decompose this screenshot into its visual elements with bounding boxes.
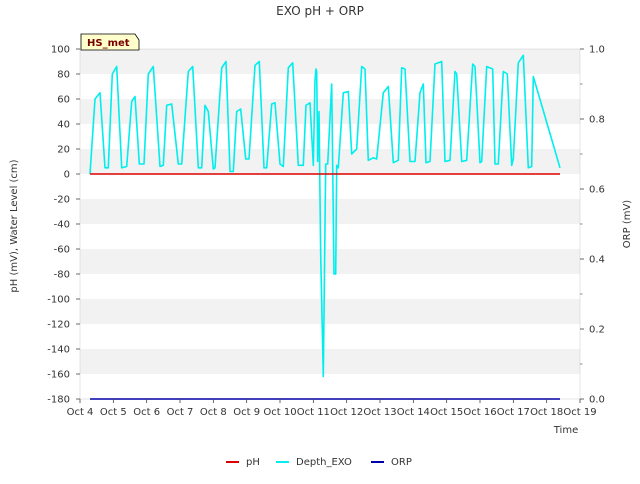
x-tick-label: Oct 13 [363, 407, 396, 418]
x-axis-title: Time [553, 425, 578, 436]
y-tick-label-left: 20 [57, 145, 70, 156]
grid-band [80, 199, 580, 224]
x-tick-label: Oct 18 [530, 407, 563, 418]
y-tick-label-left: -40 [54, 220, 70, 231]
right-axis: 1.0 0.8 0.6 0.4 0.2 0.0 [580, 45, 605, 406]
x-tick-label: Oct 16 [463, 407, 496, 418]
y-tick-label-left: -140 [47, 345, 70, 356]
y-tick-label-left: -80 [54, 270, 70, 281]
y-tick-label-left: 100 [51, 45, 70, 56]
y-tick-label-right: 0.6 [589, 185, 605, 196]
legend-label-orp: ORP [391, 457, 412, 468]
x-tick-label: Oct 8 [200, 407, 227, 418]
legend-label-depth-exo: Depth_EXO [296, 457, 352, 468]
site-badge-label: HS_met [87, 38, 130, 49]
x-tick-label: Oct 17 [497, 407, 530, 418]
chart: 100 80 60 40 20 0 -20 -40 -60 -80 -100 -120 -140 -160… [0, 0, 640, 480]
y-tick-label-left: -160 [47, 370, 70, 381]
x-tick-label: Oct 12 [330, 407, 363, 418]
legend-item-ph: pH [226, 457, 260, 468]
y-tick-label-right: 0.2 [589, 325, 605, 336]
y-tick-label-right: 0.0 [589, 395, 605, 406]
x-tick-label: Oct 7 [167, 407, 194, 418]
legend: pH Depth_EXO ORP [226, 457, 412, 468]
y-tick-label-left: 60 [57, 95, 70, 106]
legend-item-depth-exo: Depth_EXO [276, 457, 352, 468]
grid-band [80, 149, 580, 174]
x-tick-label: Oct 14 [397, 407, 430, 418]
y-tick-label-left: 0 [64, 170, 70, 181]
legend-label-ph: pH [246, 457, 260, 468]
x-tick-label: Oct 10 [263, 407, 296, 418]
y-tick-label-right: 0.4 [589, 255, 605, 266]
y-tick-label-left: -180 [47, 395, 70, 406]
site-badge: HS_met [80, 33, 140, 51]
x-tick-label: Oct 4 [67, 407, 94, 418]
left-axis: 100 80 60 40 20 0 -20 -40 -60 -80 -100 -120 -140 -160… [47, 45, 80, 406]
y-axis-right-title: ORP (mV) [622, 200, 633, 249]
y-tick-label-left: -100 [47, 295, 70, 306]
x-tick-label: Oct 19 [563, 407, 596, 418]
x-axis: Oct 4 Oct 5 Oct 6 Oct 7 Oct 8 Oct 9 Oct 10 Oct … [67, 399, 597, 418]
chart-title: EXO pH + ORP [276, 4, 364, 18]
x-tick-label: Oct 5 [100, 407, 127, 418]
grid-band [80, 249, 580, 274]
x-tick-label: Oct 9 [233, 407, 260, 418]
chart-canvas: 100 80 60 40 20 0 -20 -40 -60 -80 -100 -120 -140 -160… [9, 4, 633, 468]
y-tick-label-left: -60 [54, 245, 70, 256]
y-tick-label-right: 1.0 [589, 45, 605, 56]
y-tick-label-left: -20 [54, 195, 70, 206]
y-tick-label-right: 0.8 [589, 115, 605, 126]
y-tick-label-left: 80 [57, 70, 70, 81]
grid-band [80, 349, 580, 374]
x-tick-label: Oct 6 [133, 407, 160, 418]
x-tick-label: Oct 11 [297, 407, 330, 418]
legend-item-orp: ORP [371, 457, 412, 468]
y-axis-left-title: pH (mV), Water Level (cm) [9, 159, 20, 292]
y-tick-label-left: -120 [47, 320, 70, 331]
grid-band [80, 49, 580, 74]
y-tick-label-left: 40 [57, 120, 70, 131]
x-tick-label: Oct 15 [430, 407, 463, 418]
grid-band [80, 299, 580, 324]
